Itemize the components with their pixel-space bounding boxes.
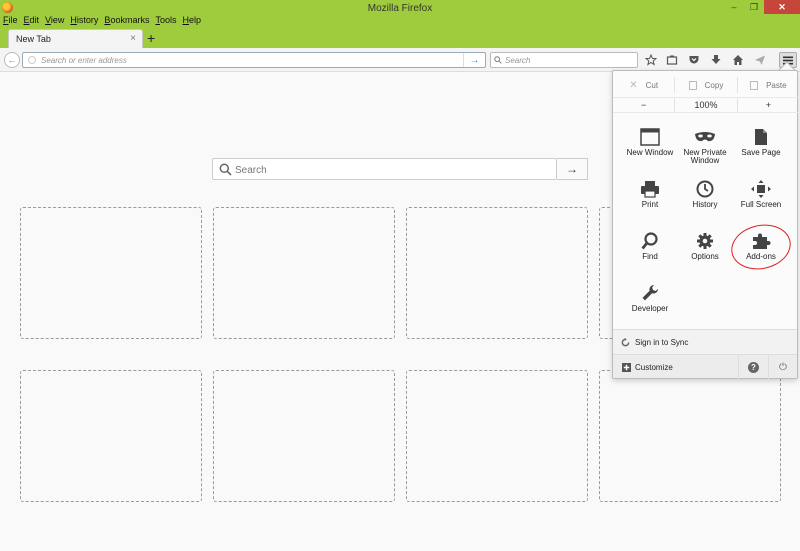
customize-label: Customize [635, 363, 673, 372]
sync-button[interactable]: Sign in to Sync [613, 329, 797, 354]
options-gear-icon [697, 233, 713, 249]
paste-button[interactable]: Paste [738, 77, 799, 93]
customize-button[interactable]: Customize [613, 355, 738, 379]
newtab-search: → [212, 158, 588, 180]
share-icon[interactable] [752, 52, 768, 68]
identity-icon [28, 56, 36, 64]
cut-button[interactable]: ✕ Cut [613, 77, 674, 93]
tab-new-tab[interactable]: New Tab × [8, 29, 143, 48]
tab-strip: New Tab × + [0, 28, 800, 48]
go-button[interactable]: → [463, 53, 485, 67]
history-clock-icon [696, 180, 714, 198]
search-bar[interactable] [490, 52, 638, 68]
add-ons-puzzle-icon [753, 233, 771, 249]
help-icon: ? [748, 361, 759, 373]
customize-bar: Customize ? ⏻ [613, 354, 797, 379]
help-button[interactable]: ? [738, 355, 768, 379]
minimize-button[interactable]: – [724, 0, 744, 14]
print-button[interactable]: Print [619, 178, 681, 228]
copy-button[interactable]: Copy [674, 77, 738, 93]
cut-icon: ✕ [629, 79, 638, 91]
power-icon: ⏻ [779, 361, 787, 373]
menu-bar: File Edit View History Bookmarks Tools H… [0, 14, 204, 27]
edit-controls: ✕ Cut Copy Paste [613, 77, 799, 93]
add-ons-button[interactable]: Add-ons [730, 230, 792, 280]
zoom-out-button[interactable]: − [613, 98, 674, 112]
sync-label: Sign in to Sync [635, 338, 689, 347]
window-title: Mozilla Firefox [367, 3, 433, 14]
url-input[interactable] [41, 55, 461, 66]
private-mask-icon [695, 132, 715, 142]
main-menu-panel: ✕ Cut Copy Paste − 100% + New Window New… [612, 70, 799, 379]
zoom-in-button[interactable]: + [738, 98, 799, 112]
newtab-search-go-button[interactable]: → [557, 158, 588, 180]
find-button[interactable]: Find [619, 230, 681, 280]
full-screen-button[interactable]: Full Screen [730, 178, 792, 228]
window-controls: – ❐ ✕ [724, 0, 800, 14]
search-icon [494, 56, 502, 64]
new-private-window-button[interactable]: New Private Window [674, 126, 736, 176]
search-icon [219, 163, 232, 176]
menu-file[interactable]: File [0, 14, 21, 27]
top-site-tile[interactable] [213, 207, 395, 339]
sync-icon [621, 338, 630, 347]
new-window-button[interactable]: New Window [619, 126, 681, 176]
url-bar[interactable]: → [22, 52, 486, 68]
history-button[interactable]: History [674, 178, 736, 228]
top-site-tile[interactable] [599, 370, 781, 502]
menu-history[interactable]: History [67, 14, 101, 27]
customize-plus-icon [622, 363, 631, 372]
top-site-tile[interactable] [213, 370, 395, 502]
top-site-tile[interactable] [20, 370, 202, 502]
tab-close-icon[interactable]: × [130, 33, 136, 44]
options-button[interactable]: Options [674, 230, 736, 280]
search-input[interactable] [505, 55, 633, 66]
menu-view[interactable]: View [42, 14, 67, 27]
back-button[interactable]: ← [4, 52, 20, 68]
menu-help[interactable]: Help [179, 14, 204, 27]
full-screen-icon [751, 180, 771, 198]
newtab-search-input[interactable] [235, 164, 545, 176]
developer-wrench-icon [642, 284, 659, 301]
bookmark-star-icon[interactable] [643, 52, 659, 68]
top-site-tile[interactable] [20, 207, 202, 339]
quit-button[interactable]: ⏻ [768, 355, 797, 379]
new-tab-button[interactable]: + [147, 30, 155, 46]
developer-button[interactable]: Developer [619, 282, 681, 332]
zoom-reset-button[interactable]: 100% [674, 98, 738, 112]
top-site-tile[interactable] [406, 207, 588, 339]
copy-icon [688, 80, 697, 90]
find-magnifier-icon [641, 232, 658, 250]
close-window-button[interactable]: ✕ [764, 0, 800, 14]
menu-bookmarks[interactable]: Bookmarks [101, 14, 152, 27]
new-window-icon [640, 128, 660, 146]
top-site-tile[interactable] [406, 370, 588, 502]
paste-icon [750, 80, 759, 90]
newtab-search-field[interactable] [212, 158, 557, 180]
restore-button[interactable]: ❐ [744, 0, 764, 14]
downloads-icon[interactable] [708, 52, 724, 68]
menu-tools[interactable]: Tools [152, 14, 179, 27]
pocket-icon[interactable] [686, 52, 702, 68]
navigation-toolbar: ← → [0, 48, 800, 72]
save-page-icon [755, 129, 767, 145]
home-icon[interactable] [730, 52, 746, 68]
zoom-controls: − 100% + [613, 97, 799, 113]
print-icon [641, 181, 659, 198]
menu-edit[interactable]: Edit [21, 14, 43, 27]
bookmarks-menu-icon[interactable] [664, 52, 680, 68]
save-page-button[interactable]: Save Page [730, 126, 792, 176]
tab-label: New Tab [16, 34, 51, 44]
